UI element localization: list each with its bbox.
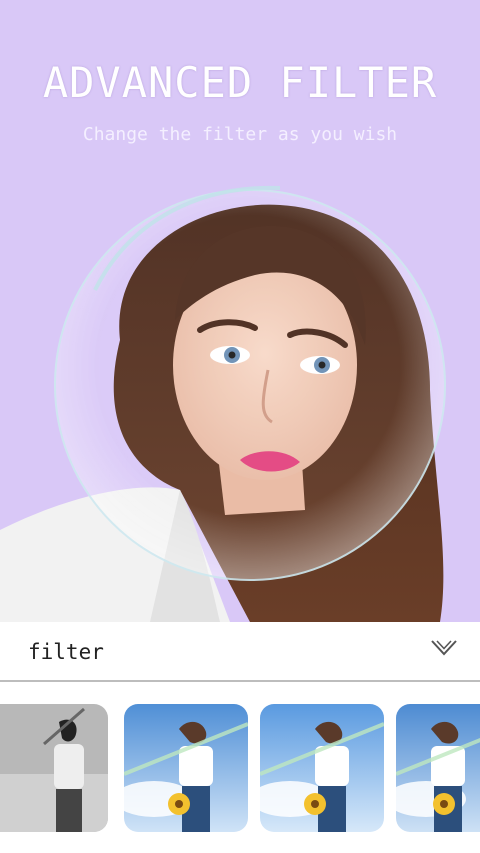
filter-label: filter (28, 640, 104, 664)
filter-section-header[interactable]: filter (0, 622, 480, 682)
filter-thumbnail[interactable] (260, 704, 384, 832)
filter-thumbnail[interactable] (124, 704, 248, 832)
banner-subtitle: Change the filter as you wish (82, 124, 398, 145)
promo-banner: ADVANCED FILTER Change the filter as you… (0, 0, 480, 622)
chevron-down-icon[interactable] (430, 638, 458, 658)
portrait-image (0, 170, 480, 622)
filter-thumbnail[interactable] (0, 704, 108, 832)
filter-thumbnail-strip[interactable] (0, 682, 480, 853)
banner-title: ADVANCED FILTER (42, 58, 438, 107)
filter-thumbnail[interactable] (396, 704, 480, 832)
